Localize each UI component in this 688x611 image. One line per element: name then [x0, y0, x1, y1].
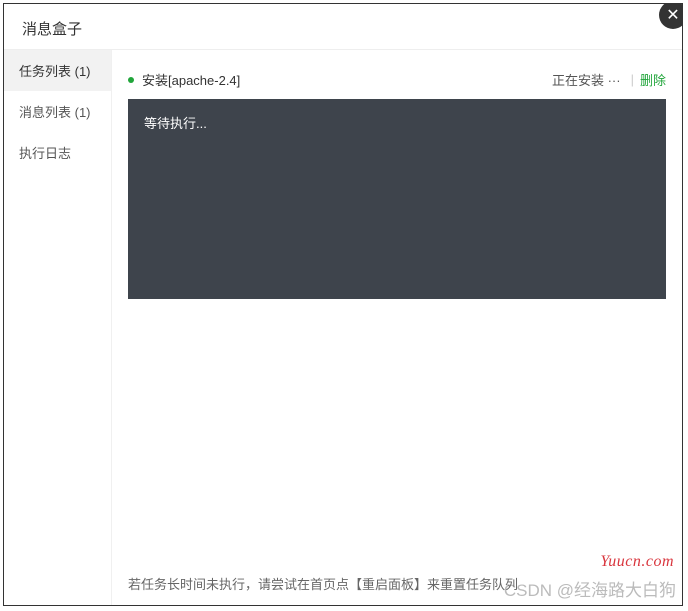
sidebar-item-label: 消息列表 (1): [19, 105, 91, 120]
modal-body: 任务列表 (1) 消息列表 (1) 执行日志 安装[apache-2.4] 正在…: [4, 50, 682, 605]
watermark-site: Yuucn.com: [600, 553, 674, 571]
sidebar-item-label: 任务列表 (1): [19, 64, 91, 79]
status-dot-icon: [128, 77, 134, 83]
sidebar: 任务列表 (1) 消息列表 (1) 执行日志: [4, 50, 112, 605]
console-output[interactable]: 等待执行...: [128, 99, 666, 299]
task-row: 安装[apache-2.4] 正在安装 ··· | 删除: [128, 64, 666, 99]
sidebar-item-message-list[interactable]: 消息列表 (1): [4, 91, 111, 132]
close-icon: ✕: [666, 5, 679, 25]
sidebar-item-task-list[interactable]: 任务列表 (1): [4, 50, 111, 91]
divider: |: [631, 72, 634, 87]
sidebar-item-label: 执行日志: [19, 146, 71, 161]
watermark-author: CSDN @经海路大白狗: [504, 576, 676, 601]
message-box-modal: ✕ 消息盒子 任务列表 (1) 消息列表 (1) 执行日志 安装[apache-…: [3, 3, 683, 606]
close-button[interactable]: ✕: [659, 1, 687, 29]
modal-title: 消息盒子: [22, 21, 82, 38]
delete-link[interactable]: 删除: [640, 70, 666, 89]
modal-header: 消息盒子: [4, 4, 682, 50]
task-name: 安装[apache-2.4]: [142, 70, 552, 89]
main-content: 安装[apache-2.4] 正在安装 ··· | 删除 等待执行... 若任务…: [112, 50, 682, 605]
task-status: 正在安装 ···: [552, 70, 621, 89]
console-text: 等待执行...: [144, 116, 207, 131]
sidebar-item-exec-log[interactable]: 执行日志: [4, 132, 111, 173]
